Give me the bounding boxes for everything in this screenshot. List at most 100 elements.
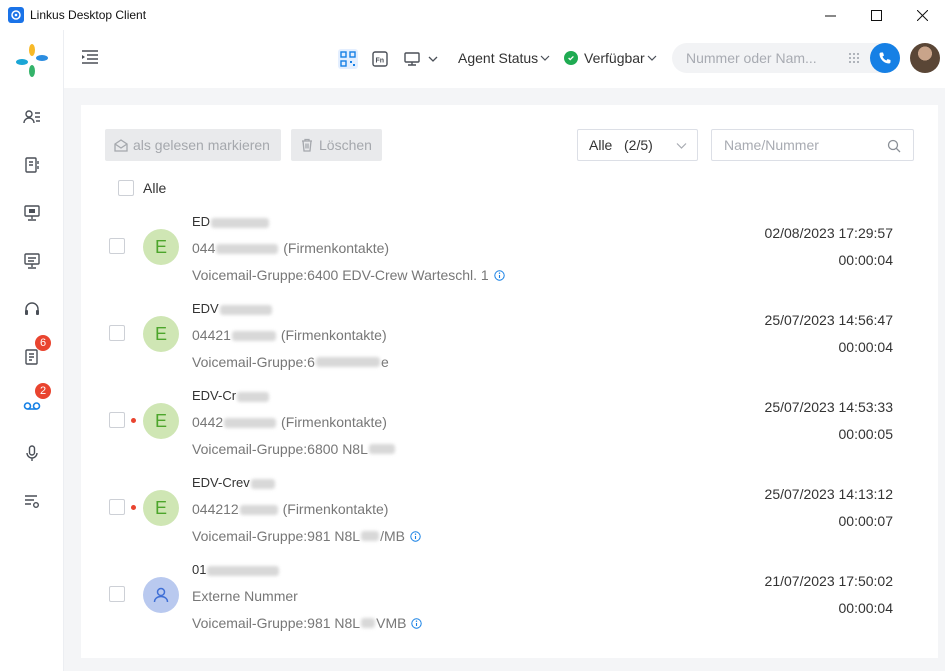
contact-avatar: E (143, 229, 179, 265)
unread-indicator (131, 418, 136, 423)
voicemail-group: Voicemail-Gruppe:981 N8L VMB (192, 615, 423, 631)
voicemail-row[interactable]: 01 Externe Nummer Voicemail-Gruppe:981 N… (81, 558, 938, 645)
sidebar-item-recordings[interactable] (0, 433, 64, 473)
filter-value: Alle (2/5) (589, 137, 653, 153)
caller-number: Externe Nummer (192, 588, 298, 604)
svg-text:Fn: Fn (376, 58, 385, 65)
caller-number: 0442 (Firmenkontakte) (192, 414, 387, 430)
sidebar-item-headset[interactable] (0, 289, 64, 329)
window-title: Linkus Desktop Client (30, 8, 147, 22)
caller-name: EDV (192, 301, 273, 316)
caller-name: 01 (192, 562, 280, 577)
info-icon[interactable] (411, 617, 423, 629)
filter-select[interactable]: Alle (2/5) (577, 129, 698, 161)
dialpad-icon[interactable] (847, 51, 861, 65)
chevron-down-icon (428, 56, 438, 62)
row-checkbox[interactable] (109, 412, 125, 428)
delete-button[interactable]: Löschen (291, 129, 382, 161)
dial-input[interactable] (686, 50, 836, 66)
voicemail-panel: als gelesen markieren Löschen Alle (2/5)… (81, 105, 938, 658)
caller-number: 044 (Firmenkontakte) (192, 240, 390, 256)
call-log-badge: 6 (35, 335, 51, 351)
voicemail-datetime: 21/07/2023 17:50:02 (764, 573, 893, 589)
app-logo-icon (8, 7, 24, 23)
voicemail-duration: 00:00:04 (838, 600, 894, 616)
sidebar-item-monitor[interactable] (0, 193, 64, 233)
delete-label: Löschen (319, 137, 372, 153)
trash-icon (302, 138, 312, 152)
caller-name: EDV-Cr (192, 388, 270, 403)
voicemail-group: Voicemail-Gruppe:6400 EDV-Crew Warteschl… (192, 267, 505, 283)
minimize-button[interactable] (807, 0, 853, 30)
phone-icon (879, 52, 891, 64)
voicemail-datetime: 25/07/2023 14:13:12 (764, 486, 893, 502)
call-button[interactable] (870, 43, 900, 73)
title-bar: Linkus Desktop Client (0, 0, 945, 30)
linkus-logo-icon (16, 44, 48, 77)
qr-code-icon (340, 51, 356, 67)
select-all-checkbox[interactable] (118, 180, 134, 196)
select-all-label: Alle (143, 180, 167, 196)
voicemail-datetime: 25/07/2023 14:56:47 (764, 312, 893, 328)
chevron-down-icon (647, 55, 657, 61)
search-input[interactable] (724, 137, 884, 153)
voicemail-duration: 00:00:07 (838, 513, 894, 529)
screen-share-button[interactable] (402, 49, 422, 69)
voicemail-icon (23, 402, 41, 410)
close-button[interactable] (899, 0, 945, 30)
row-checkbox[interactable] (109, 499, 125, 515)
search-icon[interactable] (887, 139, 901, 153)
maximize-icon (870, 9, 882, 21)
call-log-icon (25, 349, 38, 365)
contact-avatar: E (143, 403, 179, 439)
voicemail-row[interactable]: E EDV-Cr 0442 (Firmenkontakte) Voicemail… (81, 384, 938, 471)
dial-box (672, 43, 900, 73)
caller-name: ED (192, 214, 270, 229)
chevron-down-icon (676, 143, 687, 149)
select-all[interactable]: Alle (109, 180, 166, 196)
function-key-icon: Fn (372, 51, 388, 67)
sidebar-item-phonebook[interactable] (0, 145, 64, 185)
mark-as-read-label: als gelesen markieren (133, 137, 270, 153)
menu-collapse-icon[interactable] (80, 47, 100, 67)
voicemail-group: Voicemail-Gruppe:981 N8L/MB (192, 528, 421, 544)
voicemail-datetime: 02/08/2023 17:29:57 (764, 225, 893, 241)
mark-as-read-button[interactable]: als gelesen markieren (105, 129, 281, 161)
agent-status-label: Agent Status (458, 50, 539, 66)
row-checkbox[interactable] (109, 586, 125, 602)
maximize-button[interactable] (853, 0, 899, 30)
availability-dropdown[interactable]: Verfügbar (564, 50, 657, 66)
sidebar-item-voicemail[interactable]: 2 (0, 383, 64, 425)
function-keys-button[interactable]: Fn (370, 49, 390, 69)
sidebar-item-conference[interactable] (0, 241, 64, 281)
voicemail-duration: 00:00:04 (838, 339, 894, 355)
caller-number: 044212 (Firmenkontakte) (192, 501, 389, 517)
chevron-down-icon (540, 55, 550, 61)
device-dropdown-button[interactable] (426, 49, 440, 69)
row-checkbox[interactable] (109, 325, 125, 341)
qr-code-button[interactable] (338, 49, 358, 69)
headset-icon (25, 302, 39, 315)
voicemail-group: Voicemail-Gruppe:6 e (192, 354, 389, 370)
close-icon (916, 9, 928, 21)
voicemail-row[interactable]: E EDV-Crev 044212 (Firmenkontakte) Voice… (81, 471, 938, 558)
available-check-icon (564, 51, 578, 65)
contacts-icon (23, 110, 40, 124)
voicemail-row[interactable]: E ED 044 (Firmenkontakte) Voicemail-Grup… (81, 210, 938, 297)
sidebar-item-call-log[interactable]: 6 (0, 335, 64, 377)
row-checkbox[interactable] (109, 238, 125, 254)
voicemail-duration: 00:00:05 (838, 426, 894, 442)
sidebar-item-contacts[interactable] (0, 97, 64, 137)
search-box (711, 129, 914, 161)
agent-status-dropdown[interactable]: Agent Status (458, 50, 550, 66)
info-icon[interactable] (494, 269, 505, 281)
voicemail-row[interactable]: E EDV 04421 (Firmenkontakte) Voicemail-G… (81, 297, 938, 384)
user-avatar[interactable] (910, 43, 940, 73)
caller-number: 04421 (Firmenkontakte) (192, 327, 387, 343)
sidebar-item-settings[interactable] (0, 481, 64, 521)
voicemail-datetime: 25/07/2023 14:53:33 (764, 399, 893, 415)
sidebar: 6 2 (0, 30, 64, 671)
info-icon[interactable] (410, 530, 421, 542)
contact-avatar (143, 577, 179, 613)
contact-avatar: E (143, 316, 179, 352)
